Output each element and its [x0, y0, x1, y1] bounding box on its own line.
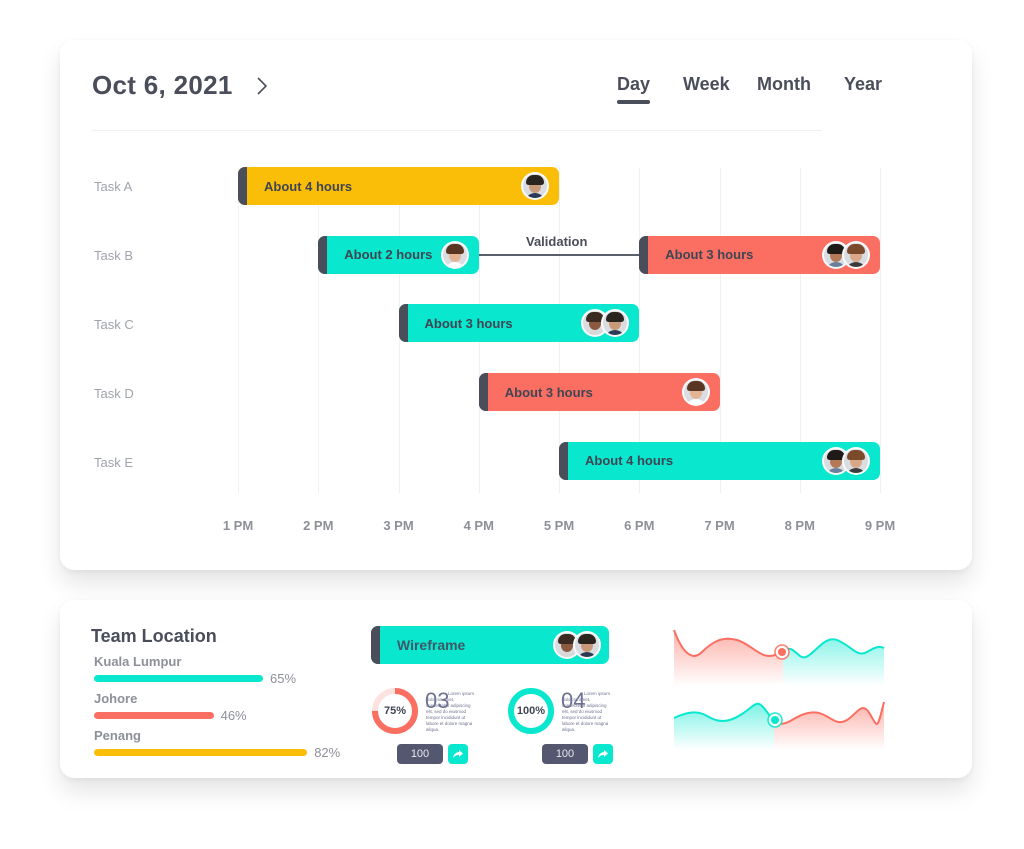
step-description: Lorem ipsum dolor sit amet, consectetur … [562, 691, 611, 732]
avatar [842, 240, 870, 269]
count-button[interactable]: 100 [397, 744, 443, 764]
x-tick-label: 8 PM [784, 518, 815, 533]
avatar [842, 446, 870, 475]
bar-stripe [559, 441, 568, 480]
avatar [440, 240, 469, 269]
dependency-line [478, 254, 640, 256]
wave-chart-1 [673, 629, 885, 686]
task-bar[interactable]: About 3 hours [639, 235, 880, 274]
progress-value: 75% [383, 705, 407, 717]
share-button[interactable] [593, 744, 613, 764]
tab-year[interactable]: Year [844, 74, 882, 95]
location-progress-bar [94, 675, 263, 682]
x-tick-label: 6 PM [624, 518, 655, 533]
bar-stripe [238, 167, 247, 205]
avatar-group [822, 240, 870, 269]
bar-stripe [318, 235, 328, 274]
tab-week[interactable]: Week [683, 74, 730, 95]
location-progress-bar [94, 712, 214, 719]
step-description: Lorem ipsum dolor sit amet, consectetur … [426, 691, 475, 732]
x-tick-label: 7 PM [704, 518, 735, 533]
x-tick-label: 4 PM [463, 518, 494, 533]
wave-marker-dot [771, 716, 779, 724]
location-name: Kuala Lumpur [94, 654, 182, 669]
x-tick-label: 5 PM [543, 518, 575, 533]
share-icon [598, 750, 608, 758]
date-title: Oct 6, 2021 [92, 70, 233, 100]
bar-label: About 3 hours [424, 315, 513, 331]
avatar-group [822, 446, 870, 475]
dependency-label: Validation [526, 234, 588, 249]
bar-stripe [639, 235, 649, 274]
location-name: Johore [94, 691, 138, 706]
task-label: Task B [94, 248, 134, 263]
wireframe-label: Wireframe [397, 637, 466, 653]
x-tick-label: 2 PM [303, 518, 334, 533]
gridline [238, 168, 239, 493]
location-name: Penang [94, 728, 141, 743]
task-label: Task A [94, 179, 133, 194]
x-tick-label: 3 PM [383, 518, 414, 533]
avatar-group [521, 172, 549, 200]
share-icon [453, 750, 463, 758]
bar-stripe [478, 373, 488, 412]
task-label: Task C [94, 317, 134, 332]
count-button[interactable]: 100 [542, 744, 588, 764]
team-location-title: Team Location [91, 626, 217, 646]
avatar-group [440, 240, 469, 269]
progress-value: 100% [516, 705, 546, 717]
tab-day[interactable]: Day [617, 74, 651, 104]
bar-stripe [398, 304, 408, 343]
avatar-group [553, 631, 601, 659]
task-label: Task E [94, 455, 134, 470]
bar-stripe [371, 626, 380, 664]
x-tick-label: 9 PM [864, 518, 896, 533]
task-bar[interactable]: About 3 hours [398, 304, 640, 343]
task-label: Task D [94, 386, 134, 401]
avatar [601, 309, 630, 338]
avatar-group [581, 309, 630, 338]
x-tick-label: 1 PM [222, 518, 254, 533]
wave-marker-dot [778, 648, 786, 656]
wave-chart-2 [673, 701, 885, 750]
bar-label: About 2 hours [344, 247, 433, 263]
location-percent: 46% [220, 708, 247, 723]
share-button[interactable] [448, 744, 468, 764]
bar-label: About 4 hours [585, 453, 674, 469]
tab-month[interactable]: Month [757, 74, 811, 95]
avatar-group [681, 378, 710, 407]
location-percent: 65% [270, 671, 297, 686]
bar-label: About 4 hours [264, 178, 353, 194]
gridline [318, 168, 320, 493]
task-bar[interactable]: About 2 hours [318, 235, 479, 274]
task-bar[interactable]: About 3 hours [478, 373, 720, 412]
avatar [681, 378, 710, 407]
chevron-right-icon[interactable] [254, 72, 270, 100]
task-bar[interactable]: About 4 hours [559, 441, 880, 480]
avatar [573, 631, 601, 659]
location-progress-bar [94, 749, 308, 756]
gridline [880, 168, 881, 493]
bar-label: About 3 hours [665, 247, 754, 263]
header-divider [92, 130, 822, 131]
wireframe-task-bar[interactable]: Wireframe [371, 626, 609, 664]
avatar [521, 172, 549, 200]
location-percent: 82% [314, 745, 341, 760]
bar-label: About 3 hours [504, 384, 593, 400]
task-bar[interactable]: About 4 hours [238, 167, 559, 205]
